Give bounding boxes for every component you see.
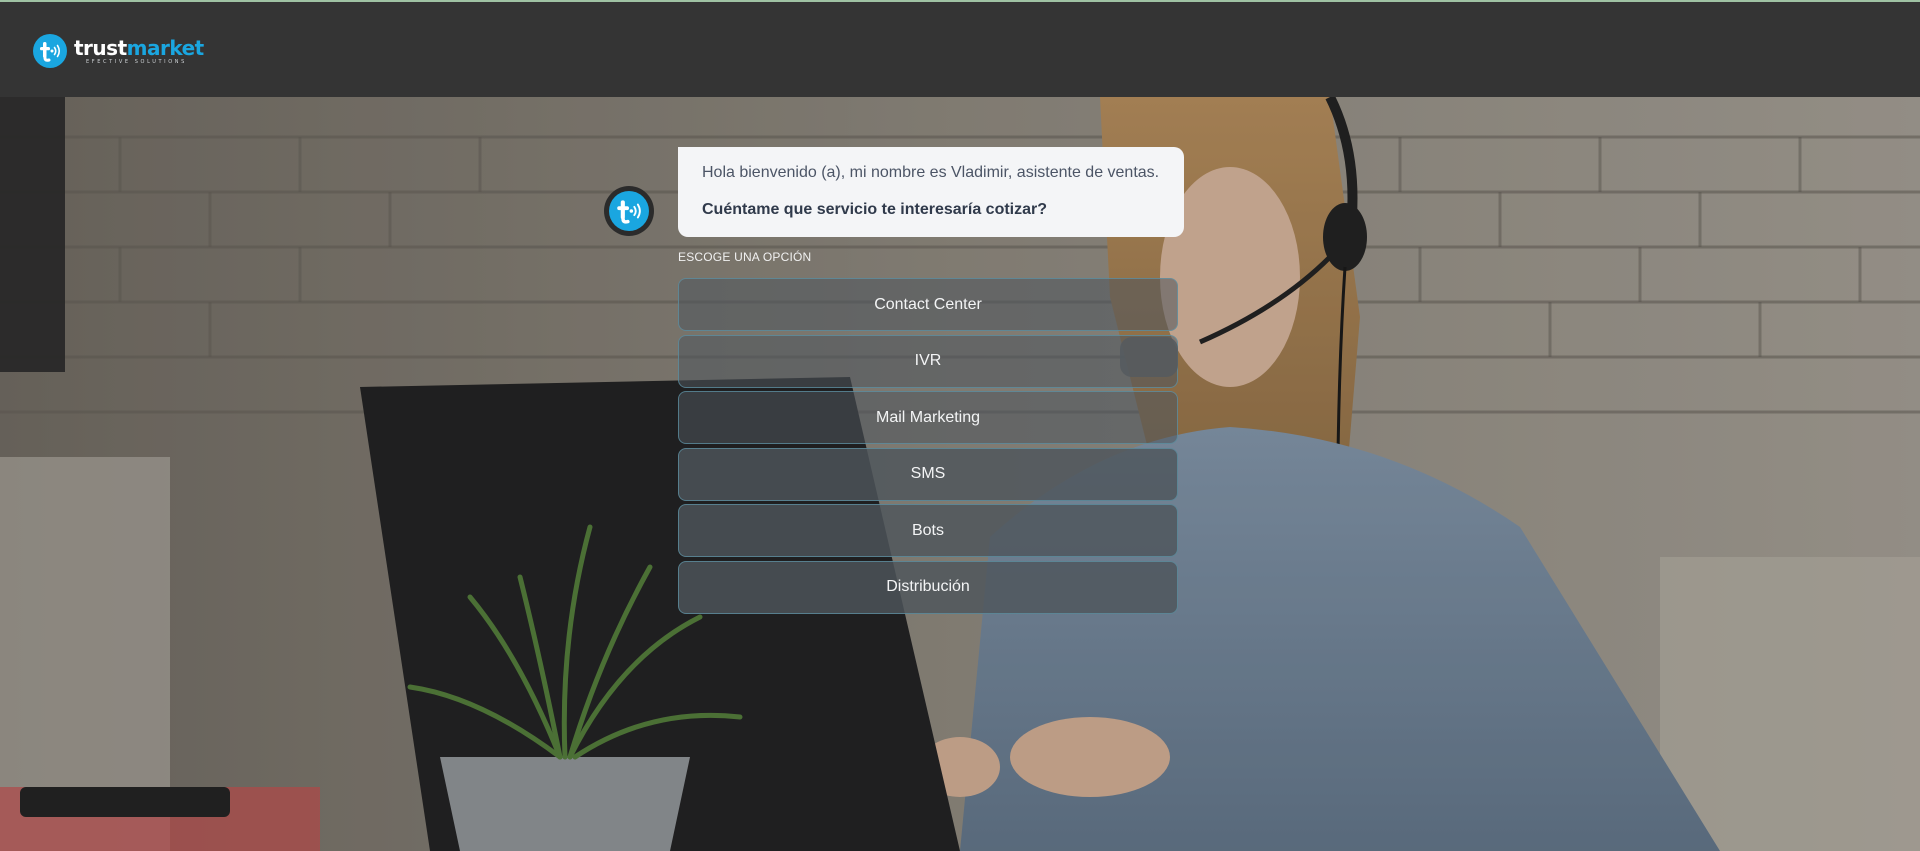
logo-wordmark: trustmarket [74, 35, 204, 60]
option-contact-center[interactable]: Contact Center [678, 278, 1178, 331]
options-list: Contact Center IVR Mail Marketing SMS Bo… [678, 278, 1178, 617]
bot-avatar [604, 186, 654, 236]
option-mail-marketing[interactable]: Mail Marketing [678, 391, 1178, 444]
option-ivr[interactable]: IVR [678, 334, 1178, 388]
bot-message-bubble: Hola bienvenido (a), mi nombre es Vladim… [678, 147, 1184, 237]
logo-tagline: EFECTIVE SOLUTIONS [86, 58, 187, 65]
bot-logo-icon [609, 191, 649, 231]
option-bots[interactable]: Bots [678, 504, 1178, 557]
brand-logo[interactable]: trustmarket EFECTIVE SOLUTIONS [33, 33, 204, 69]
option-distribucion[interactable]: Distribución [678, 560, 1178, 614]
choose-option-label: ESCOGE UNA OPCIÓN [678, 250, 812, 264]
logo-icon [33, 34, 67, 68]
floating-overlay-chip [1120, 337, 1178, 377]
option-sms[interactable]: SMS [678, 447, 1178, 501]
site-header: trustmarket EFECTIVE SOLUTIONS [0, 2, 1920, 97]
bot-greeting: Hola bienvenido (a), mi nombre es Vladim… [702, 164, 1160, 181]
bot-question: Cuéntame que servicio te interesaría cot… [702, 201, 1048, 218]
